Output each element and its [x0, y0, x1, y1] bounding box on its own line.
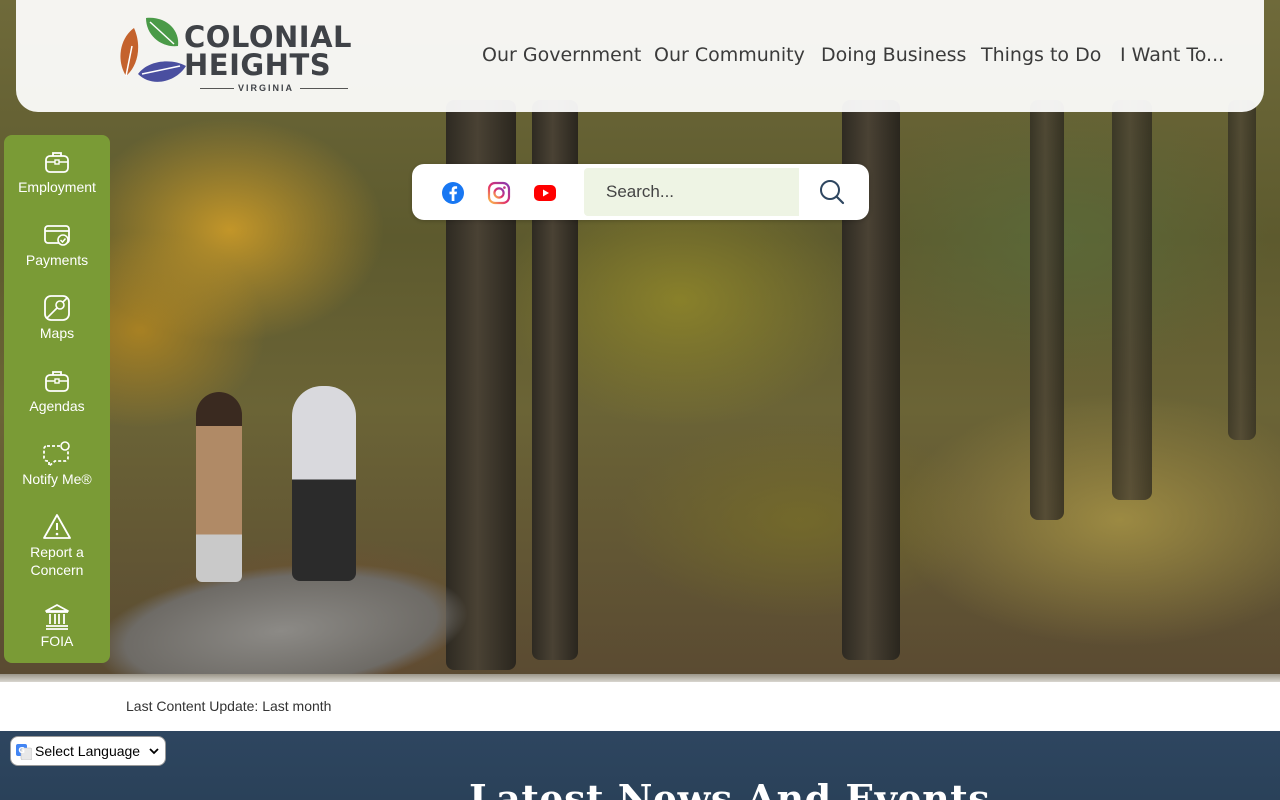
svg-text:G: G [18, 746, 25, 755]
briefcase-icon [45, 371, 69, 392]
logo-subtitle: VIRGINIA [238, 83, 295, 93]
quick-link-label: Report a [30, 544, 84, 560]
hero-divider [0, 674, 1280, 682]
youtube-icon[interactable] [533, 181, 557, 205]
language-select-label: Select Language [35, 743, 141, 759]
nav-doing-business[interactable]: Doing Business [821, 44, 966, 66]
quick-links-sidebar: Employment Payments Maps Agendas Notify … [4, 135, 110, 663]
quick-link-maps[interactable]: Maps [4, 294, 110, 342]
nav-our-community[interactable]: Our Community [654, 44, 805, 66]
site-logo[interactable]: COLONIAL HEIGHTS VIRGINIA [116, 16, 356, 96]
quick-link-employment[interactable]: Employment [4, 148, 110, 196]
nav-i-want-to[interactable]: I Want To... [1120, 44, 1224, 66]
quick-link-label: FOIA [40, 633, 74, 649]
quick-link-label: Notify Me® [22, 471, 92, 487]
quick-link-label: Employment [18, 179, 96, 195]
news-section-title: Latest News And Events [469, 776, 991, 800]
search-icon [820, 180, 845, 205]
map-icon [44, 295, 70, 321]
quick-link-foia[interactable]: FOIA [4, 602, 110, 650]
logo-rule [300, 88, 348, 89]
quick-link-label-line2: Concern [30, 562, 84, 578]
walker-figure [196, 392, 242, 582]
facebook-icon[interactable] [441, 181, 465, 205]
news-section: Latest News And Events [0, 731, 1280, 800]
last-update-text: Last Content Update: Last month [126, 698, 332, 714]
google-translate-icon: G [16, 744, 32, 760]
search-button[interactable] [799, 168, 865, 216]
quick-link-label: Maps [39, 325, 75, 341]
logo-title-line2: HEIGHTS [184, 48, 332, 82]
nav-things-to-do[interactable]: Things to Do [981, 44, 1101, 66]
quick-link-label: Agendas [29, 398, 85, 414]
chat-notify-icon [43, 441, 70, 468]
search-bar [412, 164, 869, 220]
warning-icon [43, 514, 71, 539]
chevron-down-icon [149, 748, 159, 755]
site-header: COLONIAL HEIGHTS VIRGINIA Our Government… [16, 0, 1264, 112]
nav-our-government[interactable]: Our Government [482, 44, 641, 66]
walking-path [70, 498, 510, 682]
tree-trunk [1228, 100, 1256, 440]
search-input[interactable] [584, 168, 799, 216]
quick-link-report-concern[interactable]: Report a Concern [4, 513, 110, 579]
payment-card-icon [44, 225, 70, 246]
content-update-strip: Last Content Update: Last month [0, 682, 1280, 731]
briefcase-icon [45, 152, 69, 173]
quick-link-notify-me[interactable]: Notify Me® [4, 440, 110, 488]
instagram-icon[interactable] [487, 181, 511, 205]
tree-trunk [1112, 100, 1152, 500]
quick-link-agendas[interactable]: Agendas [4, 367, 110, 415]
quick-link-label: Payments [25, 252, 89, 268]
leaves-logo-icon [120, 17, 186, 82]
walker-figure [292, 386, 356, 581]
logo-rule [200, 88, 234, 89]
tree-trunk [1030, 100, 1064, 520]
quick-link-payments[interactable]: Payments [4, 221, 110, 269]
language-select[interactable]: G Select Language [10, 736, 166, 766]
building-icon [45, 604, 69, 630]
